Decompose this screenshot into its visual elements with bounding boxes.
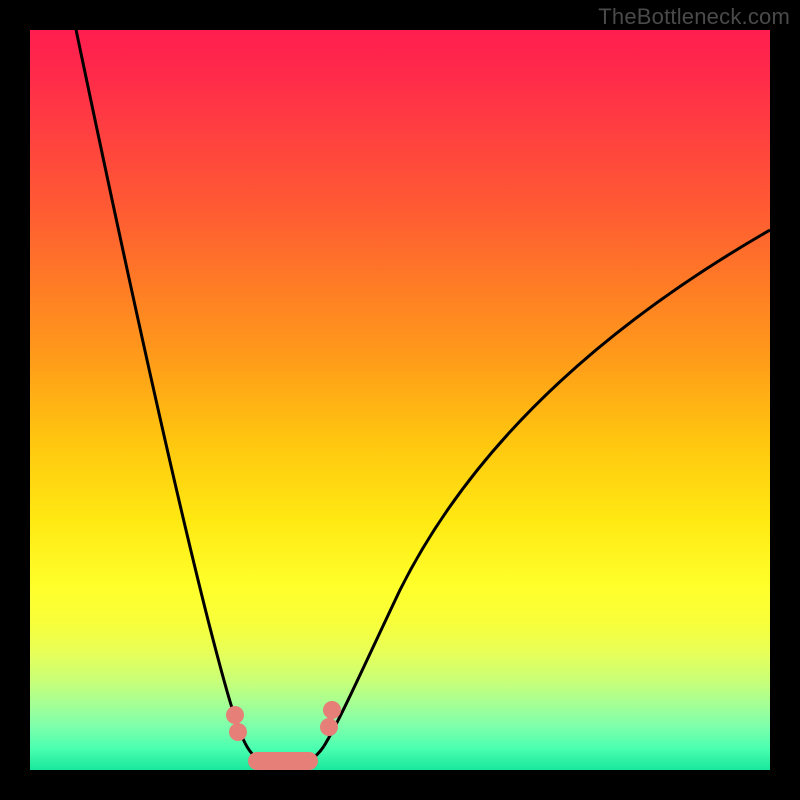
- marker-dot-right-lower: [320, 718, 338, 736]
- curve-layer: [30, 30, 770, 770]
- marker-valley-bar: [248, 752, 318, 770]
- chart-plot-area: [30, 30, 770, 770]
- curve-right-branch: [324, 230, 770, 746]
- marker-dot-right-upper: [323, 701, 341, 719]
- marker-dot-left-lower: [229, 723, 247, 741]
- watermark-text: TheBottleneck.com: [598, 4, 790, 30]
- curve-left-branch: [74, 30, 245, 743]
- marker-dot-left-upper: [226, 706, 244, 724]
